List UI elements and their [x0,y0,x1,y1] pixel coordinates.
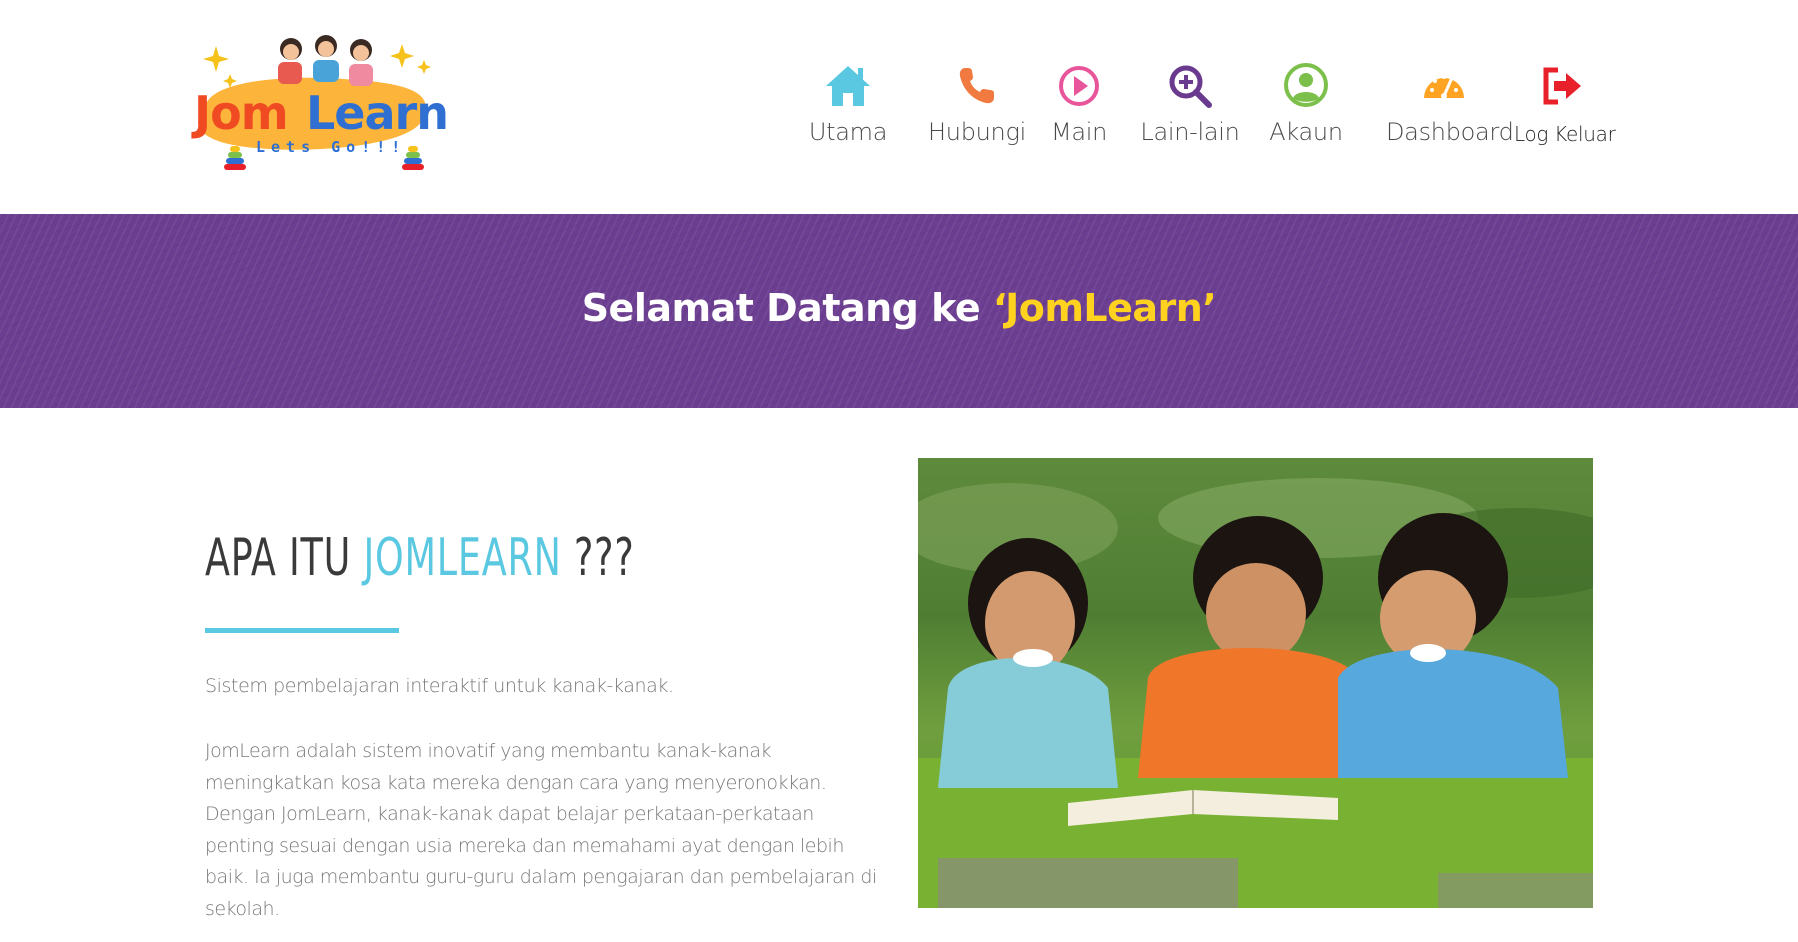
about-heading-prefix: APA ITU [205,528,364,588]
home-icon [826,66,870,106]
banner-title-prefix: Selamat Datang ke [581,286,993,330]
nav-item-utama[interactable]: Utama [800,62,896,162]
logout-icon [1543,67,1581,105]
nav-label: Main [1050,118,1108,146]
nav-item-main[interactable]: Main [1042,62,1116,162]
nav-item-hubungi[interactable]: Hubungi [920,62,1034,162]
play-icon [1059,66,1099,106]
nav-item-lain-lain[interactable]: Lain-lain [1136,62,1244,162]
jomlearn-logo[interactable]: Jom Learn Lets Go!!! [186,34,486,174]
nav-label: Hubungi [928,118,1026,146]
nav-label: Akaun [1269,118,1343,146]
nav-item-log-keluar[interactable]: Log Keluar [1514,62,1616,162]
nav-label: Lain-lain [1140,118,1240,146]
phone-icon [959,68,994,104]
nav-item-dashboard[interactable]: Dashboard [1386,62,1514,162]
about-heading-brand: JOMLEARN [363,528,562,588]
nav-label: Log Keluar [1514,122,1616,146]
svg-text:Jom: Jom [191,86,288,140]
nav-item-akaun[interactable]: Akaun [1266,62,1346,162]
nav-label: Dashboard [1386,118,1514,146]
about-heading: APA ITU JOMLEARN ??? [205,528,634,588]
about-intro: Sistem pembelajaran interaktif untuk kan… [205,675,674,697]
heading-underline [205,628,399,633]
banner-title-highlight: ‘JomLearn’ [992,286,1217,330]
svg-text:Learn: Learn [306,86,448,140]
dashboard-icon [1424,75,1464,99]
welcome-banner: Selamat Datang ke ‘JomLearn’ [0,214,1798,408]
user-icon [1284,63,1328,107]
main-nav: Utama Hubungi Main Lain-lain Akaun Dashb… [800,62,1620,162]
about-heading-suffix: ??? [561,528,635,588]
site-header: Jom Learn Lets Go!!! Utama Hubungi Main … [0,0,1798,214]
zoom-in-icon [1169,65,1212,108]
banner-title: Selamat Datang ke ‘JomLearn’ [0,286,1798,330]
nav-label: Utama [808,118,888,146]
svg-text:Lets Go!!!: Lets Go!!! [256,138,406,156]
about-description: JomLearn adalah sistem inovatif yang mem… [205,740,877,920]
children-reading-photo [918,458,1593,908]
